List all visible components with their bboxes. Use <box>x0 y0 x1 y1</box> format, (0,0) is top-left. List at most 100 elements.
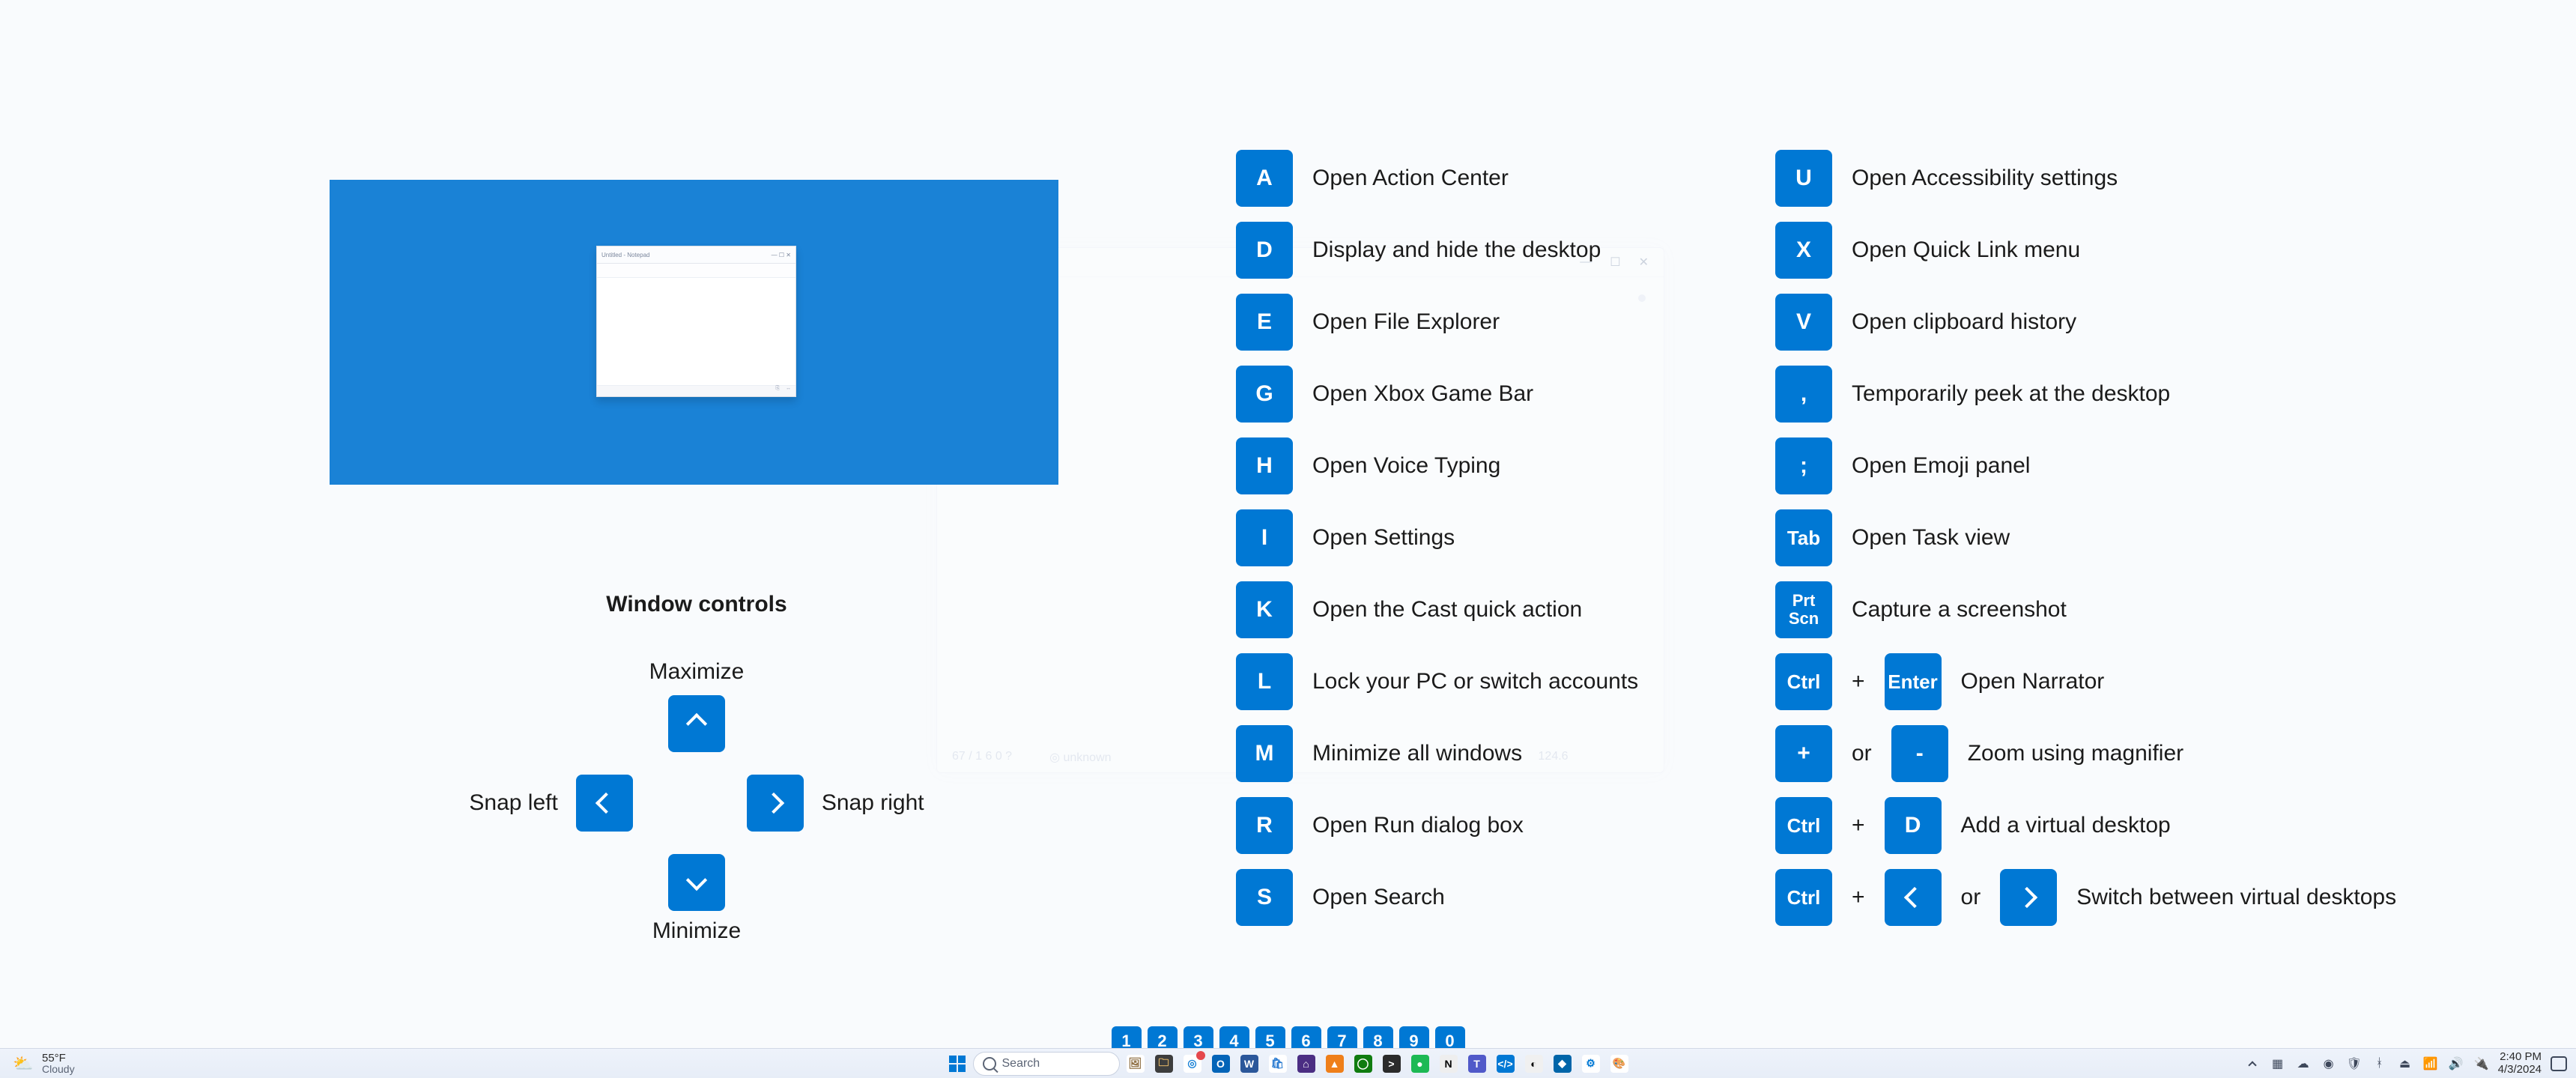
arrow-left-icon <box>595 793 616 814</box>
taskbar-app-settings[interactable]: ⚙ <box>1578 1051 1604 1077</box>
key-E[interactable]: E <box>1236 294 1293 351</box>
mini-window-title: Untitled - Notepad <box>601 252 649 258</box>
overflow-chevron[interactable] <box>2243 1055 2261 1073</box>
key-G[interactable]: G <box>1236 366 1293 423</box>
shortcut-desc: Open Xbox Game Bar <box>1312 381 1533 407</box>
key-M[interactable]: M <box>1236 725 1293 782</box>
wifi-icon[interactable]: 📶 <box>2422 1055 2440 1073</box>
shortcut-row: , Temporarily peek at the desktop <box>1775 366 2396 423</box>
eject-icon[interactable]: ⏏ <box>2396 1055 2414 1073</box>
teams-tray-icon[interactable]: ◉ <box>2320 1055 2338 1073</box>
power-icon[interactable]: 🔌 <box>2473 1055 2491 1073</box>
key-Ctrl[interactable]: Ctrl <box>1775 869 1832 926</box>
taskbar-app-store[interactable]: 🛍 <box>1265 1051 1291 1077</box>
shortcut-desc: Open File Explorer <box>1312 309 1500 335</box>
key--[interactable]: - <box>1891 725 1948 782</box>
taskbar-app-file-explorer[interactable]: 🗀 <box>1151 1051 1177 1077</box>
shortcut-desc: Display and hide the desktop <box>1312 237 1601 263</box>
maximize-key[interactable] <box>668 695 725 752</box>
weather-widget[interactable]: ⛅ 55°F Cloudy <box>0 1049 88 1078</box>
key-Tab[interactable]: Tab <box>1775 509 1832 566</box>
taskbar-app-word[interactable]: W <box>1237 1051 1262 1077</box>
key-A[interactable]: A <box>1236 150 1293 207</box>
key-Ctrl[interactable]: Ctrl <box>1775 797 1832 854</box>
key-PrtScn[interactable]: PrtScn <box>1775 581 1832 638</box>
weather-temp: 55°F <box>42 1053 75 1064</box>
notification-center[interactable] <box>2549 1054 2569 1074</box>
taskbar-app-vscode[interactable]: ◆ <box>1550 1051 1575 1077</box>
taskbar-app-paint[interactable]: 🎨 <box>1607 1051 1632 1077</box>
shortcut-desc: Open Quick Link menu <box>1852 237 2080 263</box>
github-icon: ◐ <box>1525 1055 1543 1073</box>
key-arrow-right[interactable] <box>2000 869 2057 926</box>
key-R[interactable]: R <box>1236 797 1293 854</box>
store-icon: 🛍 <box>1269 1055 1287 1073</box>
key-D[interactable]: D <box>1236 222 1293 279</box>
taskbar-app-spotify[interactable]: ● <box>1407 1051 1433 1077</box>
taskbar-app-github[interactable]: ◐ <box>1521 1051 1547 1077</box>
taskbar-clock[interactable]: 2:40 PM 4/3/2024 <box>2498 1051 2542 1076</box>
snap-right-label: Snap right <box>822 790 924 816</box>
window-close-icon: ✕ <box>1639 255 1649 270</box>
key-H[interactable]: H <box>1236 437 1293 494</box>
key-,[interactable]: , <box>1775 366 1832 423</box>
key-V[interactable]: V <box>1775 294 1832 351</box>
key-+[interactable]: + <box>1775 725 1832 782</box>
taskbar-app-vscode-dev[interactable]: </> <box>1493 1051 1518 1077</box>
shortcut-desc: Open Search <box>1312 885 1445 910</box>
taskbar-app-notion[interactable]: N <box>1436 1051 1461 1077</box>
shortcut-row: HOpen Voice Typing <box>1236 437 1638 494</box>
shortcut-row: PrtScnCapture a screenshot <box>1775 581 2396 638</box>
battery-icon[interactable]: ▦ <box>2269 1055 2287 1073</box>
start-button[interactable] <box>945 1051 970 1077</box>
onedrive-icon[interactable]: ☁ <box>2294 1055 2312 1073</box>
word-icon: W <box>1240 1055 1258 1073</box>
taskbar-app-picture-app[interactable]: 🖼 <box>1123 1051 1148 1077</box>
demo-thumbnail[interactable]: Untitled - Notepad ― ☐ ✕ ⎘↔ <box>330 180 1058 485</box>
shortcut-row: ROpen Run dialog box <box>1236 797 1638 854</box>
shortcut-row: G Open Xbox Game Bar <box>1236 366 1638 423</box>
key-U[interactable]: U <box>1775 150 1832 207</box>
bluetooth-icon[interactable]: ᚼ <box>2371 1055 2389 1073</box>
key-L[interactable]: L <box>1236 653 1293 710</box>
taskbar-app-vlc[interactable]: ▲ <box>1322 1051 1348 1077</box>
snap-left-label: Snap left <box>469 790 557 816</box>
key-joiner: or <box>1961 885 1981 910</box>
settings-icon: ⚙ <box>1582 1055 1600 1073</box>
key-Enter[interactable]: Enter <box>1885 653 1942 710</box>
terminal-icon: > <box>1383 1055 1401 1073</box>
taskbar-app-outlook[interactable]: O <box>1208 1051 1234 1077</box>
snap-left-key[interactable] <box>576 775 633 832</box>
shortcut-desc: Temporarily peek at the desktop <box>1852 381 2170 407</box>
minimize-key[interactable] <box>668 854 725 911</box>
key-D[interactable]: D <box>1885 797 1942 854</box>
key-arrow-left[interactable] <box>1885 869 1942 926</box>
shortcut-row: Ctrl+EnterOpen Narrator <box>1775 653 2396 710</box>
spotify-icon: ● <box>1411 1055 1429 1073</box>
key-X[interactable]: X <box>1775 222 1832 279</box>
key-S[interactable]: S <box>1236 869 1293 926</box>
arrow-down-icon <box>686 870 707 891</box>
volume-icon[interactable]: 🔊 <box>2447 1055 2465 1073</box>
arrow-right-icon <box>2016 887 2037 908</box>
taskbar-app-teams[interactable]: T <box>1464 1051 1490 1077</box>
dev-home-icon: ⌂ <box>1297 1055 1315 1073</box>
arrow-up-icon <box>686 713 707 734</box>
shortcut-desc: Open Emoji panel <box>1852 453 2030 479</box>
snap-right-key[interactable] <box>747 775 804 832</box>
shortcut-row: E Open File Explorer <box>1236 294 1638 351</box>
key-;[interactable]: ; <box>1775 437 1832 494</box>
taskbar-app-xbox[interactable]: ◯ <box>1351 1051 1376 1077</box>
mini-window-controls: ― ☐ ✕ <box>772 252 791 258</box>
defender-icon[interactable]: 🛡 <box>2345 1055 2363 1073</box>
vscode-dev-icon: </> <box>1497 1055 1515 1073</box>
taskbar-app-terminal[interactable]: > <box>1379 1051 1404 1077</box>
taskbar-app-dev-home[interactable]: ⌂ <box>1294 1051 1319 1077</box>
taskbar-app-edge-browser[interactable]: ◎ <box>1180 1051 1205 1077</box>
key-I[interactable]: I <box>1236 509 1293 566</box>
shortcut-desc: Open Settings <box>1312 525 1455 551</box>
key-Ctrl[interactable]: Ctrl <box>1775 653 1832 710</box>
notion-icon: N <box>1440 1055 1458 1073</box>
key-K[interactable]: K <box>1236 581 1293 638</box>
taskbar-search[interactable]: Search <box>973 1052 1120 1076</box>
